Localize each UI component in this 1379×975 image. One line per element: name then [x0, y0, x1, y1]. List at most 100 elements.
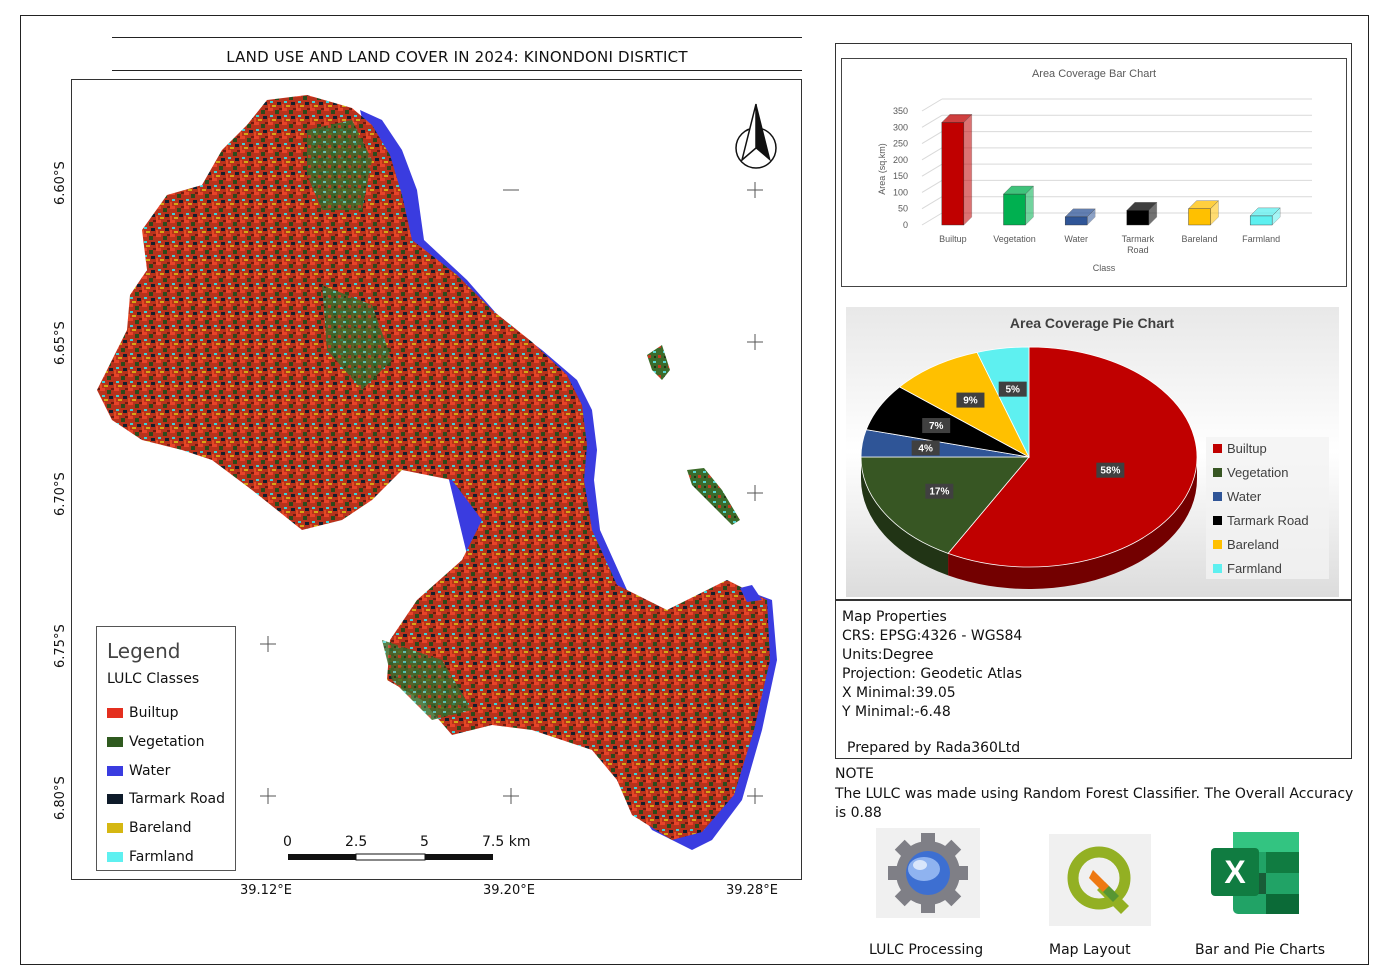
tool-label-charts: Bar and Pie Charts: [1195, 942, 1326, 958]
bar-gridline-depth: [921, 196, 943, 210]
pie-legend-swatch: [1213, 492, 1222, 501]
scale-tick: 2.5: [345, 834, 368, 850]
bar: [941, 122, 965, 226]
legend-item: Builtup: [107, 705, 179, 721]
bar-xtick: Farmland: [1242, 234, 1280, 244]
map-legend: Legend LULC Classes Builtup Vegetation W…: [96, 626, 236, 871]
bar-ytick: 250: [893, 139, 908, 149]
lat-label: 6.75°S: [53, 624, 68, 668]
bar-gridline-depth: [921, 147, 943, 161]
pie-legend-box: [1206, 437, 1329, 579]
bar-chart-ylabel: Area (sq.km): [877, 143, 887, 195]
legend-item: Vegetation: [107, 734, 205, 750]
lon-label: 39.12°E: [240, 883, 292, 898]
lat-label: 6.65°S: [53, 321, 68, 365]
pie-data-label: 58%: [1100, 466, 1120, 477]
properties-crs: CRS: EPSG:4326 - WGS84: [842, 628, 1023, 644]
pie-legend-label: Builtup: [1227, 441, 1267, 456]
bar-gridline-depth: [921, 98, 943, 112]
bar-ytick: 100: [893, 187, 908, 197]
bar-grid: [921, 98, 1312, 226]
island: [687, 468, 740, 525]
scale-bar: [288, 853, 493, 861]
bar-gridline-depth: [921, 131, 943, 145]
pie-legend-label: Farmland: [1227, 561, 1282, 576]
bar-xtick: Water: [1064, 234, 1088, 244]
pie-legend-swatch: [1213, 444, 1222, 453]
bar-gridline-depth: [921, 163, 943, 177]
bar-xtick: Builtup: [939, 234, 967, 244]
pie-legend-swatch: [1213, 564, 1222, 573]
bar-xtick: Vegetation: [993, 234, 1036, 244]
bar-ytick: 350: [893, 106, 908, 116]
properties-ymin: Y Minimal:-6.48: [842, 704, 951, 720]
bar-side: [963, 113, 973, 226]
note-text: The LULC was made using Random Forest Cl…: [835, 786, 1354, 821]
legend-swatch: [107, 766, 123, 776]
legend-swatch: [107, 737, 123, 747]
tool-label-lulc: LULC Processing: [869, 942, 984, 958]
google-earth-engine-icon: [876, 828, 980, 922]
bar-chart-box: Area Coverage Bar Chart Area (sq.km) Cla…: [841, 58, 1347, 287]
qgis-icon: [1049, 834, 1151, 930]
legend-item: Bareland: [107, 820, 191, 836]
bar: [1188, 208, 1211, 226]
legend-item: Water: [107, 763, 170, 779]
properties-heading: Map Properties: [842, 609, 947, 625]
legend-item: Tarmark Road: [107, 791, 225, 807]
bar-chart-xlabel: Class: [1093, 263, 1116, 273]
legend-item: Farmland: [107, 849, 194, 865]
bar-ytick: 300: [893, 122, 908, 132]
pie-data-label: 17%: [929, 487, 949, 498]
bar-chart: Area Coverage Bar Chart Area (sq.km) Cla…: [877, 68, 1312, 273]
bar: [1126, 210, 1150, 226]
pie-chart: Area Coverage Pie Chart 58% 17% 4% 7% 9% 5% B…: [846, 307, 1339, 597]
bar-ytick: 150: [893, 171, 908, 181]
lon-label: 39.20°E: [483, 883, 535, 898]
pie-legend-swatch: [1213, 468, 1222, 477]
properties-projection: Projection: Geodetic Atlas: [842, 666, 1023, 682]
svg-text:X: X: [1224, 854, 1246, 890]
map-properties: Map Properties CRS: EPSG:4326 - WGS84 Un…: [835, 600, 1352, 759]
pie-legend-label: Vegetation: [1227, 465, 1288, 480]
bar-xtick: Road: [1127, 245, 1149, 255]
bar-xtick: Bareland: [1181, 234, 1217, 244]
bar: [1064, 216, 1088, 226]
scale-tick: 0: [283, 834, 292, 850]
bar-gridline-depth: [921, 212, 943, 226]
lat-label: 6.60°S: [53, 161, 68, 205]
bar-gridline-depth: [921, 114, 943, 128]
bar-chart-title: Area Coverage Bar Chart: [1032, 68, 1156, 80]
lat-label: 6.70°S: [53, 472, 68, 516]
legend-subtitle: LULC Classes: [107, 671, 200, 687]
bar: [1003, 193, 1026, 226]
pie-legend-swatch: [1213, 516, 1222, 525]
pie-slices: [860, 346, 1198, 568]
pie-legend-label: Water: [1227, 489, 1262, 504]
bar: [1249, 215, 1273, 226]
lon-label: 39.28°E: [726, 883, 778, 898]
bar-xtick: Tarmark: [1122, 234, 1155, 244]
tool-label-map-layout: Map Layout: [1049, 942, 1131, 958]
legend-swatch: [107, 794, 123, 804]
north-arrow-icon: [735, 103, 777, 169]
bar-ytick: 50: [898, 204, 908, 214]
bar-marks: [941, 113, 1281, 226]
properties-prepared-by: Prepared by Rada360Ltd: [847, 740, 1021, 756]
legend-title: Legend: [107, 639, 181, 663]
note-title: NOTE: [835, 766, 874, 782]
pie-chart-title: Area Coverage Pie Chart: [1010, 315, 1175, 331]
pie-data-label: 5%: [1005, 385, 1020, 396]
legend-swatch: [107, 852, 123, 862]
pie-legend-label: Bareland: [1227, 537, 1279, 552]
map-title: LAND USE AND LAND COVER IN 2024: KINONDO…: [112, 37, 802, 71]
pie-legend-swatch: [1213, 540, 1222, 549]
scale-tick: 7.5 km: [482, 834, 531, 850]
properties-xmin: X Minimal:39.05: [842, 685, 956, 701]
bar-ytick: 200: [893, 155, 908, 165]
properties-units: Units:Degree: [842, 647, 934, 663]
legend-swatch: [107, 708, 123, 718]
pie-data-label: 9%: [963, 396, 978, 407]
bar-gridline-depth: [921, 179, 943, 193]
legend-swatch: [107, 823, 123, 833]
